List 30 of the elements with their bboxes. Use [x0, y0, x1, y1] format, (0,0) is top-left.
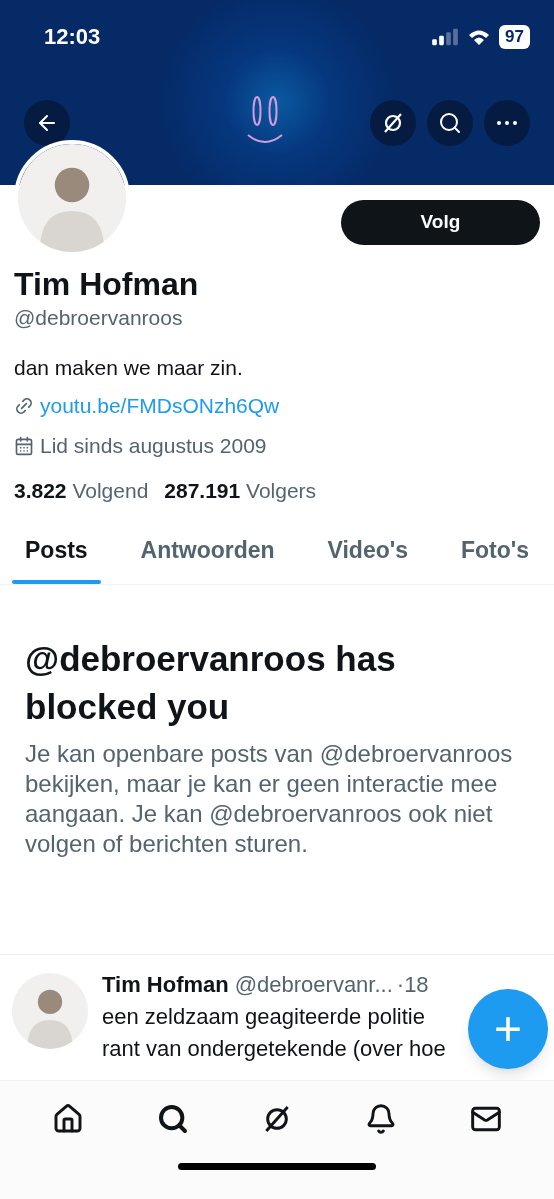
post-time: ·18: [396, 970, 429, 999]
slashed-circle-icon[interactable]: [381, 111, 405, 135]
signal-icon: [431, 26, 460, 47]
stat-link[interactable]: 3.822 Volgend: [14, 477, 149, 505]
battery-icon: 97: [499, 24, 530, 49]
more-button[interactable]: [484, 100, 530, 146]
profile-tab[interactable]: Posts: [12, 533, 101, 584]
profile-tab[interactable]: Antwoorden: [127, 533, 288, 584]
stat-link[interactable]: 287.191 Volgers: [164, 477, 317, 505]
joined-date: Lid sinds augustus 2009: [40, 433, 267, 459]
post-text: rant van ondergetekende (over hoe: [102, 1034, 446, 1063]
profile-bio: dan maken we maar zin.: [14, 355, 244, 381]
profile-name: Tim Hofman: [14, 265, 200, 304]
follow-button[interactable]: Volg: [341, 200, 540, 245]
post-handle: @debroervanr...: [234, 970, 393, 999]
back-button[interactable]: [24, 100, 70, 146]
blocked-title: @debroervanroos has blocked you: [25, 637, 397, 728]
post-author: Tim Hofman: [102, 970, 229, 999]
search-button[interactable]: [427, 100, 473, 146]
status-time: 12:03: [44, 23, 101, 51]
profile-tab[interactable]: Foto's: [447, 533, 542, 584]
more-icon: [497, 121, 517, 125]
search-icon: [438, 111, 462, 135]
blocked-message: Je kan openbare posts van @debroervanroos bekijken, maar je kan er geen interactie mee aangaan. Je kan @debroervanroos ook niet volgen of berichten sturen.: [25, 738, 514, 859]
post-text: een zeldzaam geagiteerde politie: [102, 1002, 426, 1031]
search-icon[interactable]: [156, 1102, 189, 1135]
profile-handle: @debroervanroos: [14, 305, 184, 331]
profile-tab[interactable]: Video's: [314, 533, 421, 584]
calendar-icon: [14, 436, 34, 456]
grok-button[interactable]: [370, 100, 416, 146]
